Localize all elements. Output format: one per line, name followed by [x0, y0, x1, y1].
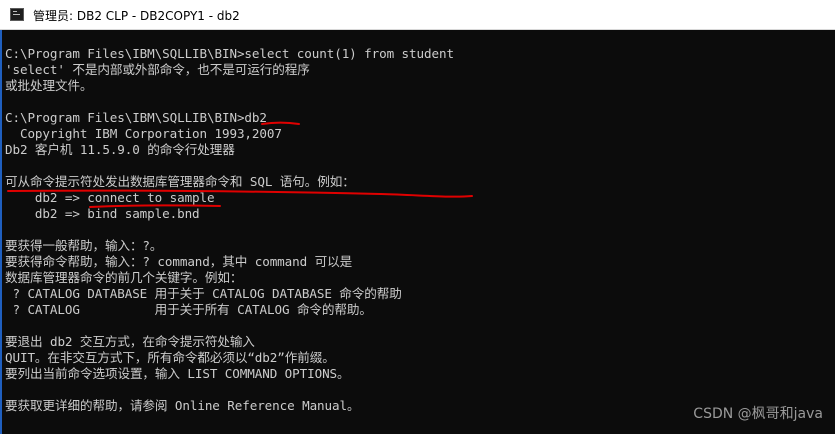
underline-db2-annotation	[261, 121, 300, 125]
underline-connect-annotation	[89, 204, 221, 208]
csdn-watermark: CSDN @枫哥和java	[693, 406, 823, 422]
red-annotation-overlay	[7, 121, 473, 208]
underline-example-annotation	[7, 189, 473, 198]
